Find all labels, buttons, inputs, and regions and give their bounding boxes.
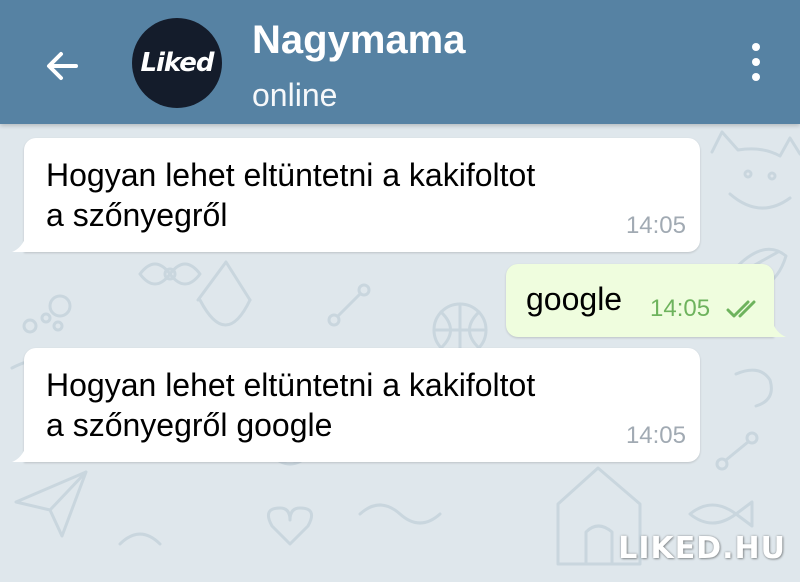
more-vertical-icon	[752, 43, 760, 51]
message-time: 14:05	[650, 295, 711, 322]
contact-name[interactable]: Nagymama	[252, 16, 465, 64]
double-check-icon	[726, 300, 756, 318]
message-bubble-outgoing[interactable]: google 14:05	[506, 264, 786, 337]
chat-header: Liked Nagymama online	[0, 0, 800, 124]
more-options-button[interactable]	[736, 38, 776, 86]
bubble-tail	[12, 236, 26, 252]
watermark: LIKED.HU	[618, 531, 786, 566]
message-text-line: a szőnyegről google	[46, 407, 333, 443]
message-bubble-incoming[interactable]: Hogyan lehet eltüntetni a kakifoltot a s…	[12, 138, 700, 252]
contact-status: online	[252, 77, 338, 113]
message-time: 14:05	[625, 212, 686, 239]
more-vertical-icon-dot	[752, 73, 760, 81]
message-time: 14:05	[625, 422, 686, 449]
bubble-tail	[12, 446, 26, 462]
avatar-label: Liked	[140, 48, 214, 78]
message-text-line: a szőnyegről	[46, 197, 228, 233]
arrow-left-icon	[47, 52, 78, 80]
more-vertical-icon-dot	[752, 58, 760, 66]
bubble-tail	[772, 321, 786, 337]
message-text-line: google	[526, 281, 623, 317]
message-text-line: Hogyan lehet eltüntetni a kakifoltot	[46, 367, 536, 403]
back-button[interactable]	[34, 38, 90, 94]
message-list[interactable]: Hogyan lehet eltüntetni a kakifoltot a s…	[0, 124, 800, 582]
message-bubble-incoming[interactable]: Hogyan lehet eltüntetni a kakifoltot a s…	[12, 348, 700, 462]
avatar[interactable]: Liked	[132, 18, 222, 108]
message-text-line: Hogyan lehet eltüntetni a kakifoltot	[46, 157, 536, 193]
